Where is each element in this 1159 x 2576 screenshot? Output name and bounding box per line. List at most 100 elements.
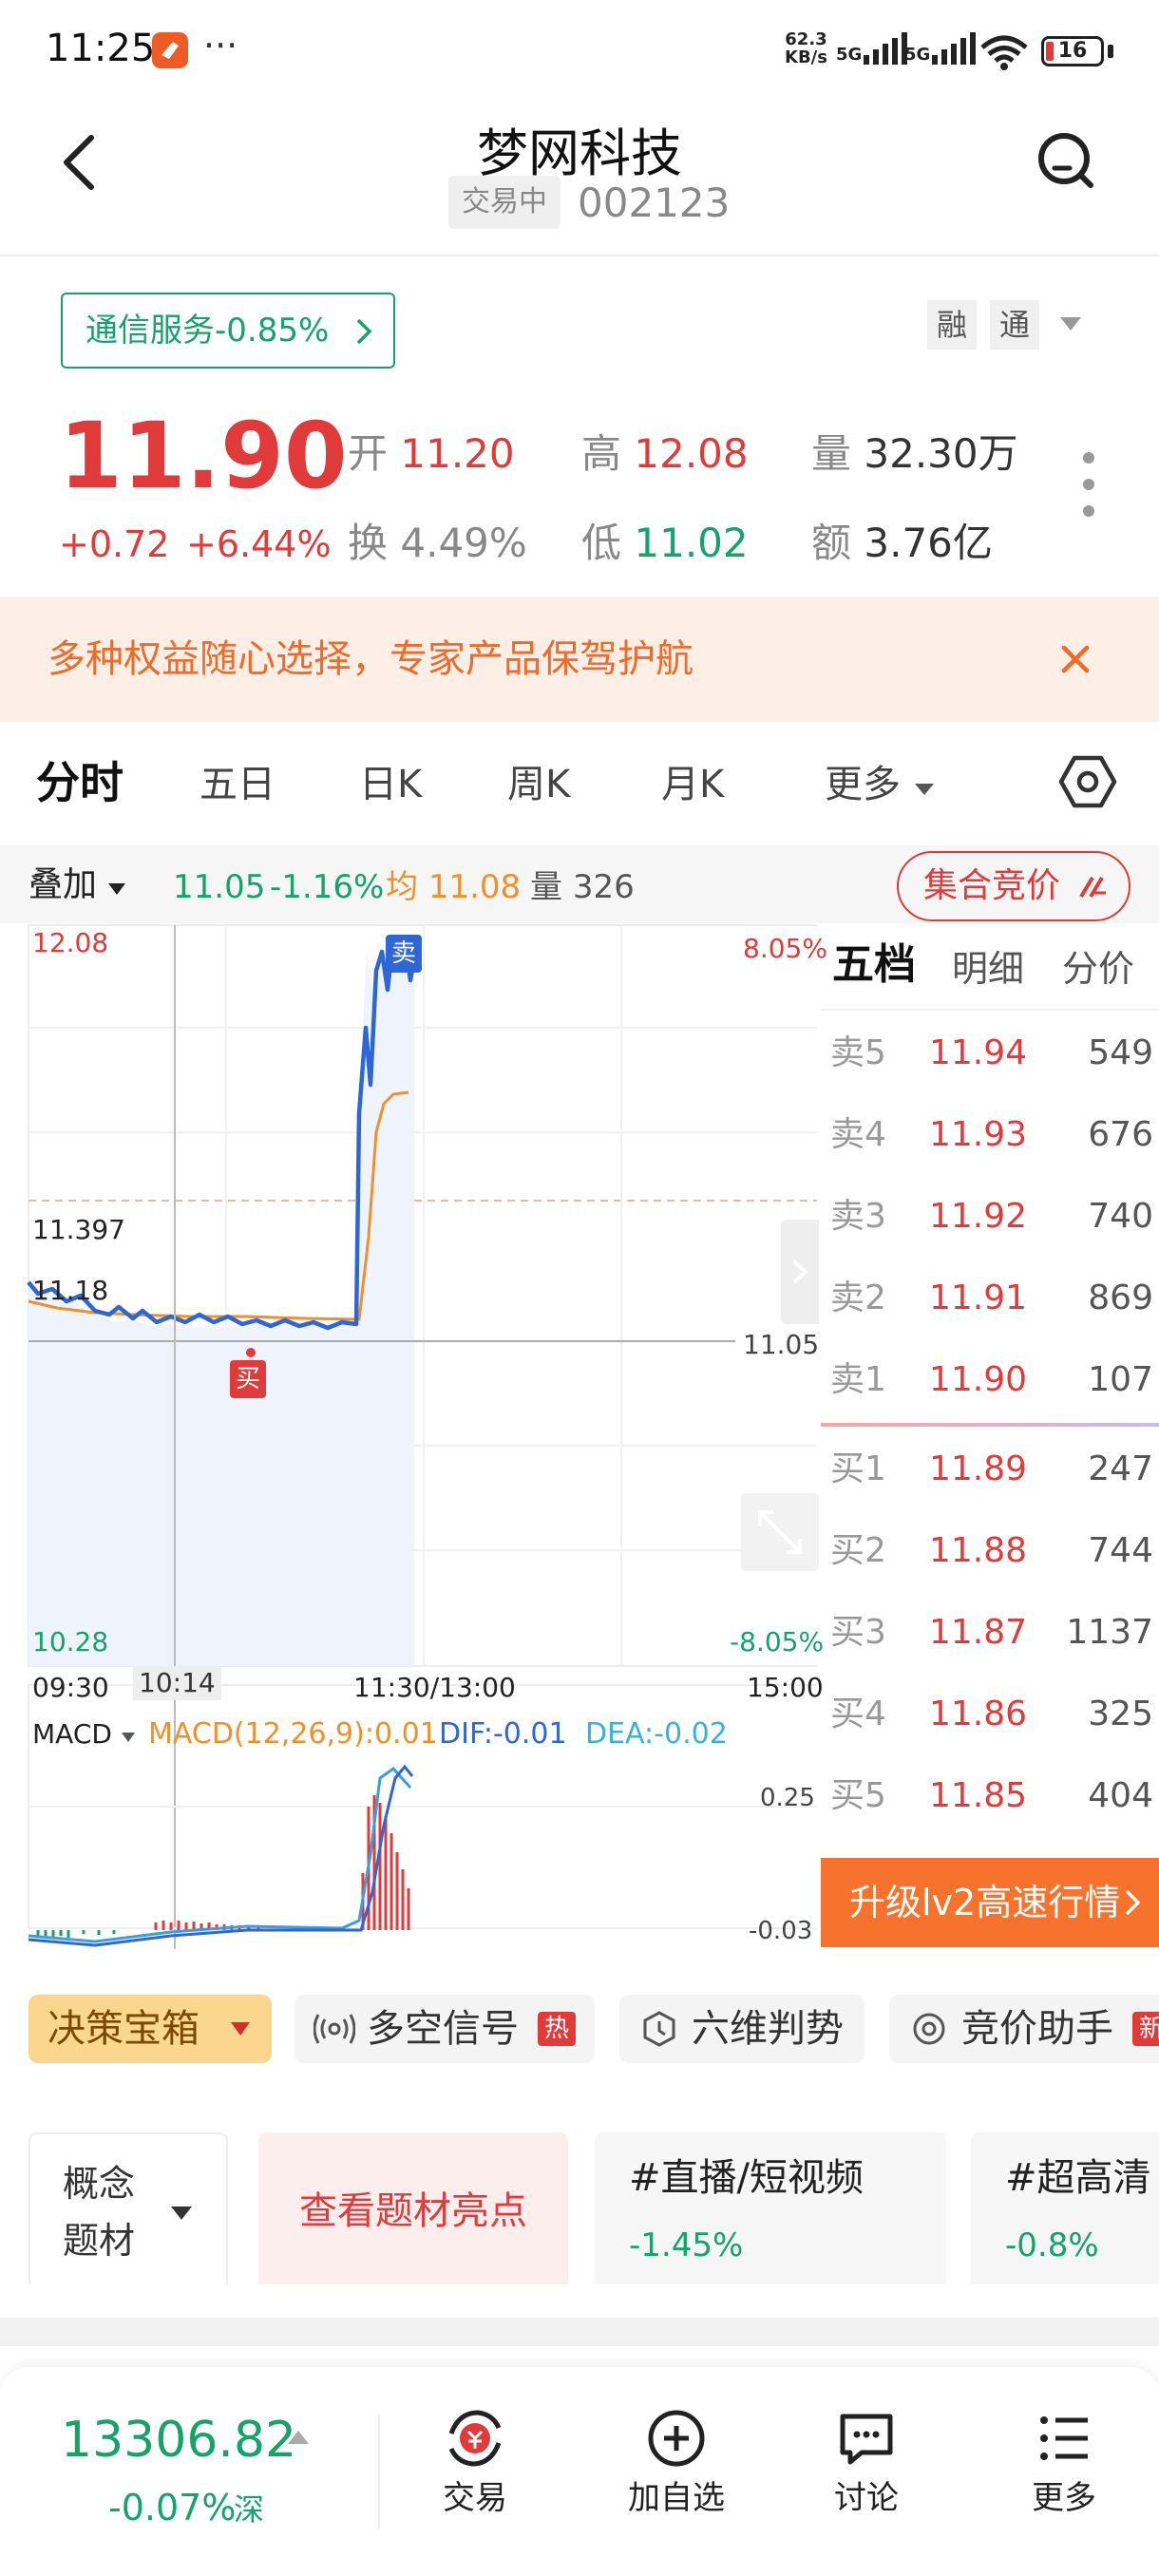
search-icon[interactable]	[1032, 124, 1104, 197]
price-change: +0.72	[59, 523, 170, 565]
bid-level-row: 买3 11.87 1137	[821, 1592, 1159, 1674]
decision-box-button[interactable]: 决策宝箱	[28, 1995, 272, 2063]
theme-card[interactable]: #直播/短视频 -1.45%	[595, 2132, 946, 2284]
index-ticker[interactable]: 13306.82 -0.07% 深	[28, 2396, 352, 2548]
tab-monthly-k[interactable]: 月K	[661, 756, 724, 813]
signal-wave-icon	[314, 2014, 355, 2044]
menu-list-icon	[1040, 2416, 1088, 2460]
theme-highlight-button[interactable]: 查看题材亮点	[258, 2132, 568, 2284]
level-price: 11.91	[929, 1279, 1028, 1317]
spread-divider	[821, 1423, 1159, 1427]
cursor-volume: 量 326	[530, 868, 635, 906]
sector-tag[interactable]: 通信服务-0.85%	[61, 293, 395, 369]
pct-min-label: -8.05%	[730, 1626, 825, 1657]
level-price: 11.94	[929, 1033, 1028, 1072]
index-market: 深	[234, 2491, 265, 2528]
level-label: 卖4	[830, 1115, 886, 1154]
overlay-dropdown[interactable]: 叠加	[28, 862, 126, 908]
level-label: 买4	[830, 1695, 886, 1733]
y-prev-label: 11.18	[32, 1275, 109, 1306]
tab-five-levels[interactable]: 五档	[832, 938, 916, 992]
price-change-pct: +6.44%	[186, 523, 332, 565]
tab-detail[interactable]: 明细	[952, 942, 1024, 995]
cross-price-label: 11.05	[735, 1326, 827, 1364]
cursor-avg: 均 11.08	[386, 868, 522, 906]
chat-bubble-icon	[840, 2414, 893, 2465]
caret-down-icon	[231, 2022, 250, 2036]
battery-tip	[1108, 45, 1113, 58]
ask-level-row: 卖4 11.93 676	[821, 1094, 1159, 1176]
more-button[interactable]: 更多	[1007, 2405, 1121, 2548]
new-badge: 新	[1132, 2012, 1159, 2046]
trade-button[interactable]: 交易	[418, 2405, 532, 2548]
ask-level-row: 卖5 11.94 549	[821, 1013, 1159, 1094]
time-label-cursor: 10:14	[133, 1666, 221, 1700]
auction-assistant-button[interactable]: 竞价助手 新	[889, 1995, 1159, 2063]
tab-weekly-k[interactable]: 周K	[507, 756, 570, 813]
tab-five-day[interactable]: 五日	[200, 756, 276, 813]
auction-button[interactable]: 集合竞价	[897, 851, 1130, 921]
level-price: 11.90	[929, 1360, 1028, 1399]
banner-text: 多种权益随心选择，专家产品保驾护航	[48, 637, 694, 681]
turnover-stat: 换 4.49%	[348, 520, 527, 566]
long-short-signal-button[interactable]: 多空信号 热	[294, 1995, 595, 2063]
bid-level-row: 买1 11.89 247	[821, 1429, 1159, 1510]
signal-icon-2: 5G	[904, 32, 978, 65]
theme-card[interactable]: #超高清 -0.8%	[971, 2132, 1159, 2284]
level-price: 11.93	[929, 1115, 1028, 1154]
trading-status-badge: 交易中	[448, 176, 560, 229]
level-label: 买3	[830, 1613, 886, 1652]
chart-info-bar: 叠加 11.05 -1.16% 均 11.08 量 326 集合竞价	[0, 845, 1159, 923]
ask-levels: 卖5 11.94 549 卖4 11.93 676 卖3 11.92 740 卖2 11.91 869…	[821, 1013, 1159, 1421]
level-price: 11.86	[929, 1695, 1028, 1733]
hot-badge: 热	[538, 2012, 576, 2046]
amount-stat: 额 3.76亿	[811, 520, 993, 566]
macd-selector[interactable]: MACD	[32, 1715, 136, 1753]
stock-code: 002123	[578, 180, 731, 226]
six-dimension-button[interactable]: 六维判势	[619, 1995, 864, 2063]
triangle-up-icon	[288, 2431, 309, 2444]
level-price: 11.85	[929, 1776, 1028, 1815]
sell-marker: 卖	[386, 935, 422, 973]
battery-icon: 16	[1041, 36, 1104, 66]
chart-tabs: 分时 五日 日K 周K 月K 更多	[0, 722, 1159, 845]
bid-level-row: 买2 11.88 744	[821, 1510, 1159, 1592]
expand-panel-handle[interactable]	[781, 1220, 819, 1324]
order-book-tabs: 五档 明细 分价	[821, 923, 1159, 1011]
caret-down-icon	[171, 2207, 192, 2220]
level-volume: 107	[1088, 1360, 1153, 1399]
level-price: 11.92	[929, 1197, 1028, 1236]
chart-settings-icon[interactable]	[1056, 750, 1119, 817]
tab-intraday[interactable]: 分时	[36, 754, 124, 811]
level-label: 卖2	[830, 1279, 886, 1317]
themes-row: 概念题材 查看题材亮点 #直播/短视频 -1.45% #超高清 -0.8%	[0, 2113, 1159, 2284]
concept-selector[interactable]: 概念题材	[28, 2132, 228, 2284]
more-vertical-icon[interactable]	[1075, 446, 1102, 526]
tab-price-split[interactable]: 分价	[1062, 942, 1134, 995]
macd-dif: DIF:-0.01	[439, 1717, 567, 1751]
bid-levels: 买1 11.89 247 买2 11.88 744 买3 11.87 1137 买4 11.86 32…	[821, 1429, 1159, 1837]
tab-more[interactable]: 更多	[825, 756, 936, 813]
caret-down-icon[interactable]	[1058, 315, 1083, 336]
caret-down-icon	[121, 1733, 135, 1742]
ask-level-row: 卖1 11.90 107	[821, 1339, 1159, 1421]
status-more: ···	[203, 25, 238, 66]
chevron-right-icon	[1125, 1889, 1140, 1916]
cursor-price: 11.05	[173, 868, 266, 906]
promo-banner[interactable]: 多种权益随心选择，专家产品保驾护航	[0, 597, 1159, 722]
level-volume: 676	[1088, 1115, 1153, 1154]
intraday-chart[interactable]	[0, 923, 817, 1949]
fullscreen-icon[interactable]	[741, 1493, 819, 1571]
section-divider	[0, 2318, 1159, 2346]
upgrade-lv2-button[interactable]: 升级lv2高速行情	[821, 1858, 1159, 1947]
add-watchlist-button[interactable]: 加自选	[612, 2405, 741, 2548]
bid-level-row: 买4 11.86 325	[821, 1674, 1159, 1755]
page-title: 梦网科技	[477, 123, 682, 183]
close-icon[interactable]	[1058, 642, 1092, 680]
caret-down-icon	[914, 784, 934, 795]
stock-header: 梦网科技 交易中 002123	[0, 100, 1159, 256]
low-stat: 低 11.02	[581, 520, 749, 566]
volume-stat: 量 32.30万	[811, 430, 1018, 477]
discussion-button[interactable]: 讨论	[809, 2405, 923, 2548]
tab-daily-k[interactable]: 日K	[359, 756, 422, 813]
